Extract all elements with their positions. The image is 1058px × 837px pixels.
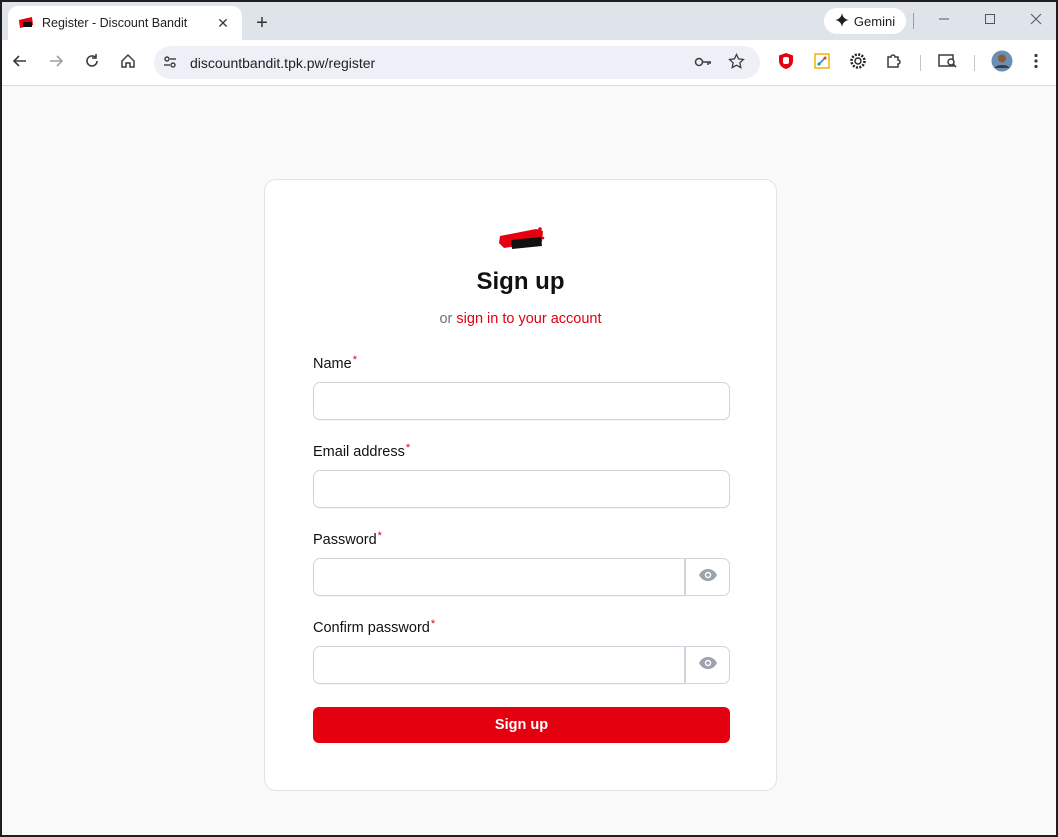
browser-window: Register - Discount Bandit ✕ + Gemini di… (0, 0, 1058, 837)
minimize-button[interactable] (924, 8, 964, 34)
close-icon[interactable]: ✕ (214, 14, 232, 32)
gear-extension-icon (849, 52, 867, 75)
name-label: Name* (313, 354, 357, 372)
name-field[interactable] (313, 382, 730, 420)
email-label: Email address* (313, 442, 411, 460)
address-bar[interactable]: discountbandit.tpk.pw/register (154, 46, 760, 79)
browser-toolbar: discountbandit.tpk.pw/register (2, 40, 1056, 86)
url-text[interactable]: discountbandit.tpk.pw/register (190, 55, 375, 71)
required-mark: * (377, 530, 382, 542)
password-label-text: Password (313, 532, 377, 548)
signup-card: Sign up or sign in to your account Name*… (264, 179, 777, 791)
password-field[interactable] (313, 558, 685, 596)
tab-title: Register - Discount Bandit (42, 16, 188, 30)
page-content: Sign up or sign in to your account Name*… (2, 87, 1056, 835)
back-arrow-icon (12, 53, 28, 74)
confirm-password-label: Confirm password* (313, 618, 436, 636)
required-mark: * (405, 442, 411, 454)
profile-button[interactable] (990, 50, 1014, 77)
email-field[interactable] (313, 470, 730, 508)
tab-strip: Register - Discount Bandit ✕ + Gemini (2, 2, 1056, 40)
home-button[interactable] (116, 51, 140, 75)
site-settings-icon[interactable] (162, 54, 178, 75)
color-picker-extension-icon (814, 52, 830, 74)
tab-search-icon (938, 53, 958, 74)
required-mark: * (430, 618, 436, 630)
gemini-sparkle-icon (834, 12, 849, 30)
toolbar-divider (920, 55, 921, 71)
eye-icon (698, 568, 718, 587)
more-menu-icon (1034, 53, 1038, 74)
signin-link[interactable]: sign in to your account (456, 311, 601, 327)
confirm-password-field[interactable] (313, 646, 685, 684)
bookmark-star-icon[interactable] (728, 52, 745, 75)
show-password-button[interactable] (685, 558, 730, 596)
gemini-label: Gemini (853, 13, 896, 29)
ublock-extension-button[interactable] (774, 51, 798, 75)
tab-search-button[interactable] (936, 51, 960, 75)
window-close-button[interactable] (1016, 8, 1056, 34)
forward-arrow-icon (48, 53, 64, 74)
window-close-icon (1030, 12, 1042, 30)
show-confirm-password-button[interactable] (685, 646, 730, 684)
eye-icon (698, 656, 718, 675)
tab-register[interactable]: Register - Discount Bandit ✕ (8, 6, 242, 40)
name-label-text: Name (313, 356, 352, 372)
confirm-password-label-text: Confirm password (313, 620, 430, 636)
ublock-extension-icon (777, 52, 795, 75)
reload-icon (84, 53, 100, 74)
required-mark: * (352, 354, 357, 366)
gear-extension-button[interactable] (846, 51, 870, 75)
discount-bandit-favicon (18, 15, 34, 31)
password-key-icon[interactable] (694, 54, 712, 75)
minimize-icon (938, 12, 950, 30)
discount-bandit-logo[interactable] (498, 226, 546, 254)
signup-button[interactable]: Sign up (313, 707, 730, 743)
profile-avatar (991, 50, 1013, 77)
more-menu-button[interactable] (1024, 51, 1048, 75)
maximize-button[interactable] (970, 8, 1010, 34)
color-picker-extension-button[interactable] (810, 51, 834, 75)
email-label-text: Email address (313, 444, 405, 460)
forward-button[interactable] (44, 51, 68, 75)
page-title: Sign up (476, 268, 565, 295)
gemini-button[interactable]: Gemini (824, 8, 906, 34)
toolbar-divider (974, 55, 975, 71)
home-icon (120, 53, 136, 74)
extensions-puzzle-icon (885, 52, 903, 75)
signin-prefix: or (439, 311, 453, 327)
signin-prompt: or sign in to your account (265, 311, 776, 327)
reload-button[interactable] (80, 51, 104, 75)
extensions-button[interactable] (882, 51, 906, 75)
new-tab-button[interactable]: + (250, 11, 274, 35)
back-button[interactable] (8, 51, 32, 75)
password-label: Password* (313, 530, 382, 548)
maximize-icon (984, 12, 996, 30)
strip-divider (913, 13, 914, 29)
